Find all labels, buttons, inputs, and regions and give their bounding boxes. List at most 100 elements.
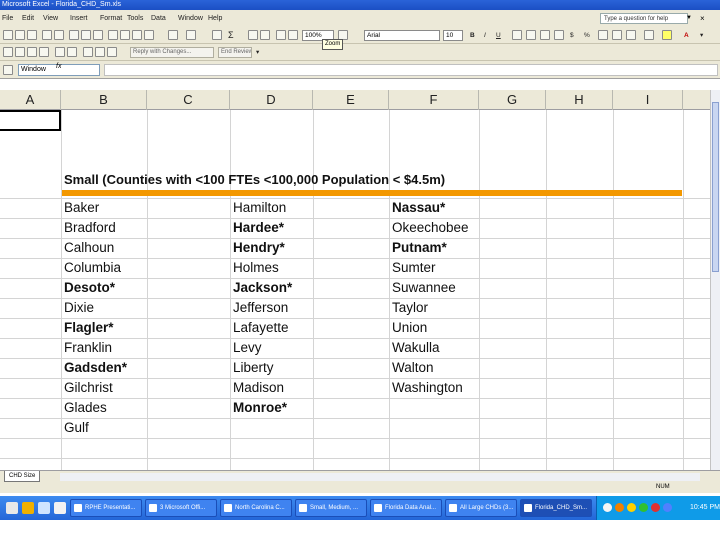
toolbar-options-icon[interactable]: ▾ (700, 27, 703, 44)
print-icon[interactable] (69, 30, 79, 40)
county-cell[interactable]: Calhoun (64, 240, 114, 255)
taskbar-button[interactable]: Small, Medium, ... (295, 499, 367, 517)
toolbar-overflow-icon[interactable]: ▾ (256, 44, 259, 61)
review-icon-2[interactable] (15, 47, 25, 57)
print-preview-icon[interactable] (81, 30, 91, 40)
column-header-e[interactable]: E (313, 90, 389, 110)
taskbar-button[interactable]: 3 Microsoft Offi... (145, 499, 217, 517)
permission-icon[interactable] (42, 30, 52, 40)
font-select[interactable]: Arial (364, 30, 440, 41)
tray-icon[interactable] (627, 503, 636, 512)
county-cell[interactable]: Franklin (64, 340, 112, 355)
underline-icon[interactable]: U (496, 27, 501, 44)
tray-icon[interactable] (663, 503, 672, 512)
autosum-icon[interactable]: Σ (228, 27, 234, 44)
review-icon-1[interactable] (3, 47, 13, 57)
taskbar-button[interactable]: All Large CHDs (3... (445, 499, 517, 517)
county-cell[interactable]: Nassau* (392, 200, 445, 215)
tray-icon[interactable] (639, 503, 648, 512)
county-cell[interactable]: Sumter (392, 260, 436, 275)
column-header-h[interactable]: H (546, 90, 613, 110)
new-icon[interactable] (3, 30, 13, 40)
reply-with-changes-button[interactable]: Reply with Changes... (130, 47, 214, 58)
county-cell[interactable]: Union (392, 320, 427, 335)
menu-data[interactable]: Data (151, 10, 166, 27)
align-center-icon[interactable] (526, 30, 536, 40)
open-icon[interactable] (15, 30, 25, 40)
county-cell[interactable]: Hardee* (233, 220, 284, 235)
show-desktop-icon[interactable] (6, 502, 18, 514)
bold-icon[interactable]: B (470, 27, 475, 44)
email-icon[interactable] (54, 30, 64, 40)
menu-format[interactable]: Format (100, 10, 122, 27)
column-header-i[interactable]: I (613, 90, 683, 110)
copy-icon[interactable] (120, 30, 130, 40)
county-cell[interactable]: Hendry* (233, 240, 285, 255)
county-cell[interactable]: Columbia (64, 260, 121, 275)
align-right-icon[interactable] (540, 30, 550, 40)
sort-ascending-icon[interactable] (248, 30, 258, 40)
borders-icon[interactable] (644, 30, 654, 40)
help-search-input[interactable]: Type a question for help (600, 13, 688, 24)
menu-tools[interactable]: Tools (127, 10, 143, 27)
county-cell[interactable]: Bradford (64, 220, 116, 235)
county-cell[interactable]: Wakulla (392, 340, 440, 355)
tray-icon[interactable] (651, 503, 660, 512)
county-cell[interactable]: Jackson* (233, 280, 292, 295)
spelling-icon[interactable] (93, 30, 103, 40)
review-icon-4[interactable] (39, 47, 49, 57)
column-header-a[interactable]: A (0, 90, 61, 110)
currency-icon[interactable]: $ (570, 27, 574, 44)
sheet-tab-chd-size[interactable]: CHD Size (4, 471, 41, 482)
paste-icon[interactable] (132, 30, 142, 40)
merge-center-icon[interactable] (554, 30, 564, 40)
vertical-scrollbar[interactable] (710, 90, 720, 470)
tray-icon[interactable] (615, 503, 624, 512)
undo-icon[interactable] (168, 30, 178, 40)
worksheet-grid[interactable]: A B C D E F G H I Small (Counties with <… (0, 90, 710, 470)
drawing-icon[interactable] (288, 30, 298, 40)
align-left-icon[interactable] (512, 30, 522, 40)
county-cell[interactable]: Levy (233, 340, 262, 355)
save-icon[interactable] (27, 30, 37, 40)
sort-descending-icon[interactable] (260, 30, 270, 40)
word-icon[interactable] (54, 502, 66, 514)
format-painter-icon[interactable] (144, 30, 154, 40)
county-cell[interactable]: Washington (392, 380, 463, 395)
browser-icon[interactable] (38, 502, 50, 514)
taskbar-button[interactable]: Florida Data Anal... (370, 499, 442, 517)
review-icon-5[interactable] (55, 47, 65, 57)
font-size-select[interactable]: 10 (443, 30, 463, 41)
county-cell[interactable]: Taylor (392, 300, 428, 315)
font-color-icon[interactable]: A (684, 27, 689, 44)
county-cell[interactable]: Holmes (233, 260, 279, 275)
menu-file[interactable]: File (2, 10, 13, 27)
menu-help[interactable]: Help (208, 10, 222, 27)
end-review-button[interactable]: End Review... (218, 47, 252, 58)
county-cell[interactable]: Gilchrist (64, 380, 113, 395)
menu-view[interactable]: View (43, 10, 58, 27)
formula-input[interactable] (104, 64, 718, 76)
hyperlink-icon[interactable] (212, 30, 222, 40)
review-icon-7[interactable] (83, 47, 93, 57)
county-cell[interactable]: Putnam* (392, 240, 447, 255)
county-cell[interactable]: Okeechobee (392, 220, 469, 235)
column-header-b[interactable]: B (61, 90, 147, 110)
county-cell[interactable]: Gadsden* (64, 360, 127, 375)
chart-wizard-icon[interactable] (276, 30, 286, 40)
taskbar-button[interactable]: RPHE Presentati... (70, 499, 142, 517)
function-icon[interactable]: fx (56, 63, 61, 70)
county-cell[interactable]: Walton (392, 360, 434, 375)
review-icon-8[interactable] (95, 47, 105, 57)
horizontal-scrollbar[interactable] (60, 473, 700, 481)
increase-decimal-icon[interactable] (612, 30, 622, 40)
active-cell[interactable] (0, 110, 61, 131)
review-icon-6[interactable] (67, 47, 77, 57)
menu-insert[interactable]: Insert (70, 10, 88, 27)
county-cell[interactable]: Monroe* (233, 400, 287, 415)
menu-window[interactable]: Window (178, 10, 203, 27)
county-cell[interactable]: Suwannee (392, 280, 456, 295)
county-cell[interactable]: Baker (64, 200, 99, 215)
column-header-f[interactable]: F (389, 90, 479, 110)
taskbar-button[interactable]: North Carolina C... (220, 499, 292, 517)
